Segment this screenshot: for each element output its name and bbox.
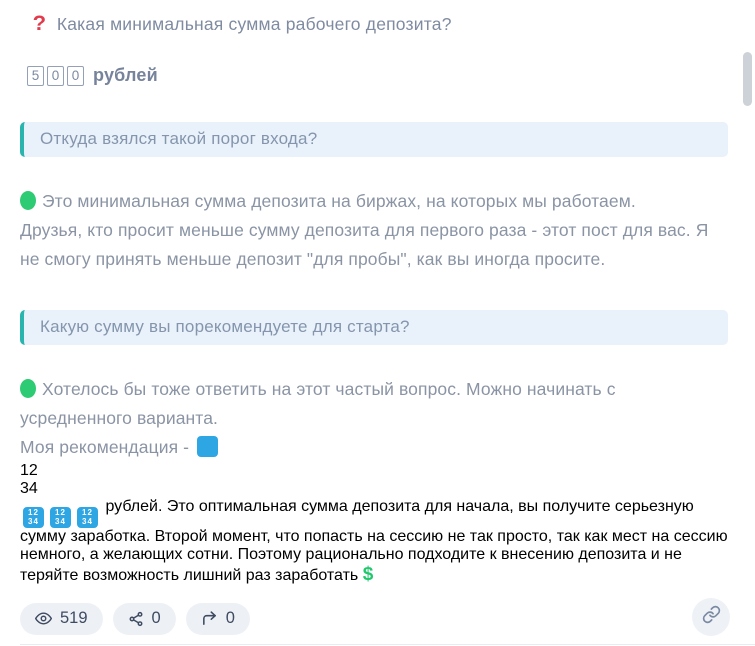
keycap-row: 34 xyxy=(28,517,39,526)
question-title-text: Какая минимальная сумма рабочего депозит… xyxy=(56,14,452,34)
keycap-digit-icon: 0 xyxy=(67,65,84,86)
answer-1-line-2: Друзья, кто просит меньше сумму депозита… xyxy=(20,220,709,269)
share-icon xyxy=(128,611,144,627)
bottom-divider xyxy=(20,644,755,645)
input-numbers-keycap-icon: 12 34 xyxy=(77,506,98,528)
post-page: ? Какая минимальная сумма рабочего депоз… xyxy=(0,0,755,646)
blockquote-text: Какую сумму вы порекомендуете для старта… xyxy=(40,317,410,336)
keycap-digit-icon: 0 xyxy=(47,65,64,86)
input-numbers-keycap-icon: 12 34 xyxy=(50,506,71,528)
blockquote-recommended-start: Какую сумму вы порекомендуете для старта… xyxy=(20,310,728,345)
green-circle-icon xyxy=(20,191,36,210)
forward-count: 0 xyxy=(225,609,235,627)
share-button[interactable]: 0 xyxy=(112,602,176,635)
keycap-row: 34 xyxy=(20,480,38,497)
keycap-row: 12 xyxy=(82,508,93,517)
answer-paragraph-1: Это минимальная сумма депозита на биржах… xyxy=(20,187,732,274)
keycap-row: 12 xyxy=(55,508,66,517)
scrollbar-thumb[interactable] xyxy=(743,52,752,106)
views-count: 519 xyxy=(60,609,88,627)
views-counter[interactable]: 519 xyxy=(20,602,103,635)
blockquote-entry-threshold: Откуда взялся такой порог входа? xyxy=(20,122,728,157)
deposit-amount: 5 0 0 рублей xyxy=(20,65,730,86)
dollar-icon: $ xyxy=(362,563,374,585)
keycap-row: 34 xyxy=(82,517,93,526)
keycap-digit-icon: 5 xyxy=(27,65,44,86)
input-numbers-keycap-icon: 12 34 xyxy=(23,506,44,528)
answer-2-line-1: Хотелось бы тоже ответить на этот частый… xyxy=(20,379,616,428)
red-question-mark-icon: ? xyxy=(32,12,47,35)
recommendation-prefix: Моя рекомендация - xyxy=(20,437,190,457)
eye-icon xyxy=(35,610,52,627)
post-question-title: ? Какая минимальная сумма рабочего депоз… xyxy=(20,12,730,36)
copy-link-button[interactable] xyxy=(692,598,730,636)
green-circle-icon xyxy=(20,379,36,398)
answer-1-line-1: Это минимальная сумма депозита на биржах… xyxy=(42,191,636,211)
deposit-currency-label: рублей xyxy=(93,65,158,85)
recommendation-suffix: рублей. Это оптимальная сумма депозита д… xyxy=(20,498,728,584)
keycap-row: 12 xyxy=(20,462,38,479)
share-count: 0 xyxy=(151,609,161,627)
input-numbers-keycap-icon xyxy=(197,436,219,457)
keycap-row: 34 xyxy=(55,517,66,526)
forward-arrow-icon xyxy=(201,610,218,627)
forward-button[interactable]: 0 xyxy=(185,602,250,635)
blockquote-text: Откуда взялся такой порог входа? xyxy=(40,129,318,148)
link-icon xyxy=(702,605,721,629)
post-footer: 519 0 0 xyxy=(20,598,730,636)
answer-paragraph-2: Хотелось бы тоже ответить на этот частый… xyxy=(20,375,732,462)
keycap-row: 12 xyxy=(28,508,39,517)
